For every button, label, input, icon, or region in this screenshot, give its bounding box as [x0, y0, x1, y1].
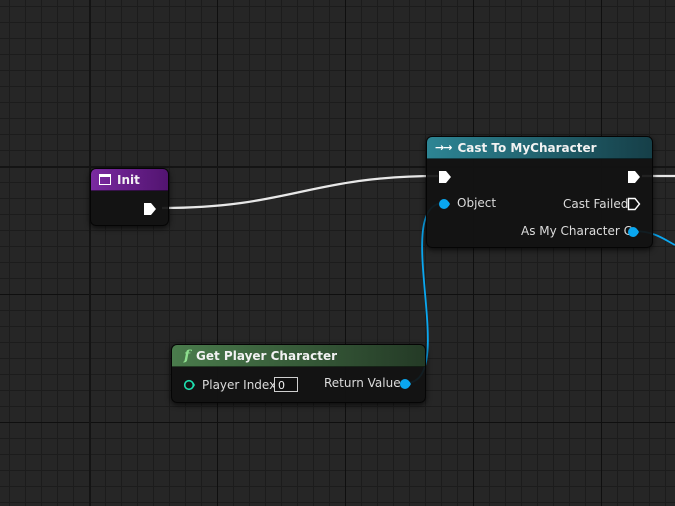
wire-layer: [161, 174, 675, 384]
exec-wire-init-to-cast: [161, 174, 439, 210]
init-node-header[interactable]: Init: [91, 169, 168, 191]
return-value-output-pin[interactable]: [399, 378, 411, 390]
cast-failed-pin-label: Cast Failed: [563, 197, 629, 211]
player-index-pin-label: Player Index: [202, 378, 277, 392]
init-exec-out-pin[interactable]: [143, 202, 157, 216]
object-input-pin[interactable]: [438, 198, 450, 210]
cast-to-mycharacter-node[interactable]: →→ Cast To MyCharacter Object Cast Faile…: [426, 136, 653, 248]
function-icon: f: [184, 347, 191, 364]
player-index-input[interactable]: 0: [274, 377, 298, 392]
as-my-character-output-pin[interactable]: [627, 226, 639, 238]
get-player-node-title: Get Player Character: [196, 348, 337, 363]
cast-arrows-icon: →→: [435, 141, 452, 154]
event-icon: [99, 174, 111, 185]
cast-failed-exec-out-pin[interactable]: [627, 197, 641, 211]
get-player-character-node[interactable]: f Get Player Character Player Index 0 Re…: [171, 344, 426, 403]
return-value-pin-label: Return Value: [324, 376, 401, 390]
as-my-character-pin-label: As My Character C: [521, 224, 632, 238]
object-pin-label: Object: [457, 196, 497, 210]
cast-node-header[interactable]: →→ Cast To MyCharacter: [427, 137, 652, 159]
player-index-input-pin[interactable]: [183, 379, 195, 391]
init-event-node[interactable]: Init: [90, 168, 169, 226]
get-player-node-header[interactable]: f Get Player Character: [172, 345, 425, 367]
cast-exec-in-pin[interactable]: [438, 170, 452, 184]
cast-exec-out-pin[interactable]: [627, 170, 641, 184]
cast-node-title: Cast To MyCharacter: [457, 140, 597, 155]
init-node-title: Init: [117, 172, 140, 187]
